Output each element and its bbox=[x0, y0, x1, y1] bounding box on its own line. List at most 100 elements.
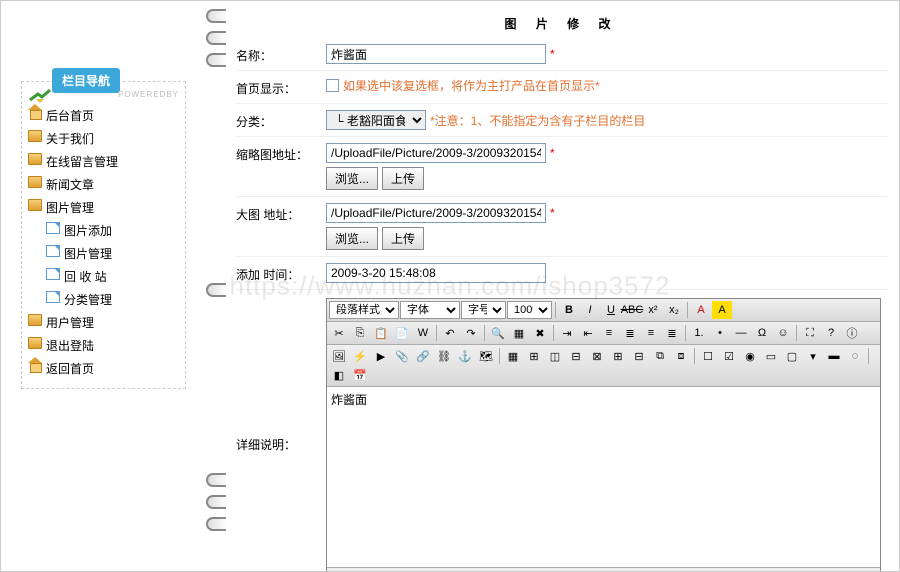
nav-item-11[interactable]: 返回首页 bbox=[28, 357, 179, 380]
radio-icon[interactable]: ◉ bbox=[740, 347, 760, 365]
detail-label: 详细说明： bbox=[236, 436, 326, 453]
align-right-icon[interactable]: ≡ bbox=[641, 324, 661, 342]
paste-text-icon[interactable]: 📄 bbox=[392, 324, 412, 342]
image-icon[interactable]: 🖼 bbox=[329, 347, 349, 365]
nav-item-2[interactable]: 在线留言管理 bbox=[28, 150, 179, 173]
row-insert-icon[interactable]: ⊟ bbox=[566, 347, 586, 365]
indent-icon[interactable]: ⇥ bbox=[557, 324, 577, 342]
font-size-select[interactable]: 字号 bbox=[461, 301, 506, 319]
removeformat-icon[interactable]: ✖ bbox=[530, 324, 550, 342]
para-style-select[interactable]: 段落样式 bbox=[329, 301, 399, 319]
ol-icon[interactable]: 1. bbox=[689, 324, 709, 342]
hidden-icon[interactable]: ◌ bbox=[845, 347, 865, 365]
nav-item-label: 分类管理 bbox=[64, 293, 112, 307]
select-icon[interactable]: ▾ bbox=[803, 347, 823, 365]
footer-tab-design[interactable]: 设计 bbox=[388, 570, 435, 571]
zoom-select[interactable]: 100% bbox=[507, 301, 552, 319]
superscript-icon[interactable]: x² bbox=[643, 301, 663, 319]
homepage-checkbox[interactable] bbox=[326, 79, 339, 92]
thumb-input[interactable] bbox=[326, 143, 546, 163]
emoji-icon[interactable]: ☺ bbox=[773, 324, 793, 342]
copy-icon[interactable]: ⎘ bbox=[350, 324, 370, 342]
bold-icon[interactable]: B bbox=[559, 301, 579, 319]
redo-icon[interactable]: ↷ bbox=[461, 324, 481, 342]
editor-body[interactable]: 炸酱面 bbox=[327, 387, 880, 567]
layer-icon[interactable]: ◧ bbox=[329, 366, 349, 384]
file-icon[interactable]: 📎 bbox=[392, 347, 412, 365]
align-center-icon[interactable]: ≣ bbox=[620, 324, 640, 342]
undo-icon[interactable]: ↶ bbox=[440, 324, 460, 342]
folder-icon bbox=[28, 314, 42, 326]
col-insert-icon[interactable]: ⊞ bbox=[608, 347, 628, 365]
paste-icon[interactable]: 📋 bbox=[371, 324, 391, 342]
flash-icon[interactable]: ⚡ bbox=[350, 347, 370, 365]
map-icon[interactable]: 🗺 bbox=[476, 347, 496, 365]
ul-icon[interactable]: • bbox=[710, 324, 730, 342]
cell-merge-icon[interactable]: ⧉ bbox=[650, 347, 670, 365]
footer-collapse-icon[interactable]: ➖ bbox=[856, 571, 876, 572]
font-family-select[interactable]: 字体 bbox=[400, 301, 460, 319]
align-left-icon[interactable]: ≡ bbox=[599, 324, 619, 342]
char-icon[interactable]: Ω bbox=[752, 324, 772, 342]
strike-icon[interactable]: ABC bbox=[622, 301, 642, 319]
italic-icon[interactable]: I bbox=[580, 301, 600, 319]
anchor-icon[interactable]: ⚓ bbox=[455, 347, 475, 365]
subscript-icon[interactable]: x₂ bbox=[664, 301, 684, 319]
nav-item-0[interactable]: 后台首页 bbox=[28, 104, 179, 127]
nav-item-10[interactable]: 退出登陆 bbox=[28, 334, 179, 357]
underline-icon[interactable]: U bbox=[601, 301, 621, 319]
cut-icon[interactable]: ✂ bbox=[329, 324, 349, 342]
thumb-upload-button[interactable]: 上传 bbox=[382, 167, 424, 190]
unlink-icon[interactable]: ⛓ bbox=[434, 347, 454, 365]
outdent-icon[interactable]: ⇤ bbox=[578, 324, 598, 342]
thumb-browse-button[interactable]: 浏览... bbox=[326, 167, 378, 190]
textfield-icon[interactable]: ▭ bbox=[761, 347, 781, 365]
nav-item-3[interactable]: 新闻文章 bbox=[28, 173, 179, 196]
cell-split-icon[interactable]: ⧈ bbox=[671, 347, 691, 365]
find-icon[interactable]: 🔍 bbox=[488, 324, 508, 342]
category-select[interactable]: └ 老豁阳面食 bbox=[326, 110, 426, 130]
footer-tab-preview[interactable]: 预览 bbox=[502, 570, 549, 571]
forecolor-icon[interactable]: A bbox=[691, 301, 711, 319]
col-delete-icon[interactable]: ⊟ bbox=[629, 347, 649, 365]
nav-item-4[interactable]: 图片管理 bbox=[28, 196, 179, 219]
backcolor-icon[interactable]: A bbox=[712, 301, 732, 319]
checkbox-icon[interactable]: ☑ bbox=[719, 347, 739, 365]
date-icon[interactable]: 📅 bbox=[350, 366, 370, 384]
nav-corner-icon bbox=[28, 86, 52, 104]
nav-item-1[interactable]: 关于我们 bbox=[28, 127, 179, 150]
bigimg-upload-button[interactable]: 上传 bbox=[382, 227, 424, 250]
table-prop-icon[interactable]: ⊞ bbox=[524, 347, 544, 365]
nav-item-8[interactable]: 分类管理 bbox=[28, 288, 179, 311]
addtime-input[interactable] bbox=[326, 263, 546, 283]
powered-by-text: POWEREDBY bbox=[118, 90, 179, 99]
footer-tab-text[interactable]: 文本 bbox=[445, 570, 492, 571]
about-icon[interactable]: ⓘ bbox=[842, 324, 862, 342]
footer-expand-icon[interactable]: ✚ bbox=[826, 571, 846, 572]
nav-item-5[interactable]: 图片添加 bbox=[28, 219, 179, 242]
button-icon[interactable]: ▬ bbox=[824, 347, 844, 365]
align-justify-icon[interactable]: ≣ bbox=[662, 324, 682, 342]
paste-word-icon[interactable]: W bbox=[413, 324, 433, 342]
nav-item-label: 新闻文章 bbox=[46, 178, 94, 192]
table-icon[interactable]: ▦ bbox=[503, 347, 523, 365]
cell-prop-icon[interactable]: ◫ bbox=[545, 347, 565, 365]
bigimg-browse-button[interactable]: 浏览... bbox=[326, 227, 378, 250]
row-delete-icon[interactable]: ⊠ bbox=[587, 347, 607, 365]
folder-icon bbox=[28, 337, 42, 349]
selectall-icon[interactable]: ▦ bbox=[509, 324, 529, 342]
nav-item-6[interactable]: 图片管理 bbox=[28, 242, 179, 265]
hr-icon[interactable]: ― bbox=[731, 324, 751, 342]
form-icon[interactable]: ☐ bbox=[698, 347, 718, 365]
nav-item-9[interactable]: 用户管理 bbox=[28, 311, 179, 334]
textarea-icon[interactable]: ▢ bbox=[782, 347, 802, 365]
footer-tab-code[interactable]: 代码 bbox=[331, 570, 378, 571]
media-icon[interactable]: ▶ bbox=[371, 347, 391, 365]
nav-item-label: 图片添加 bbox=[64, 224, 112, 238]
fullscreen-icon[interactable]: ⛶ bbox=[800, 324, 820, 342]
help-icon[interactable]: ? bbox=[821, 324, 841, 342]
name-input[interactable] bbox=[326, 44, 546, 64]
nav-item-7[interactable]: 回 收 站 bbox=[28, 265, 179, 288]
link-icon[interactable]: 🔗 bbox=[413, 347, 433, 365]
bigimg-input[interactable] bbox=[326, 203, 546, 223]
